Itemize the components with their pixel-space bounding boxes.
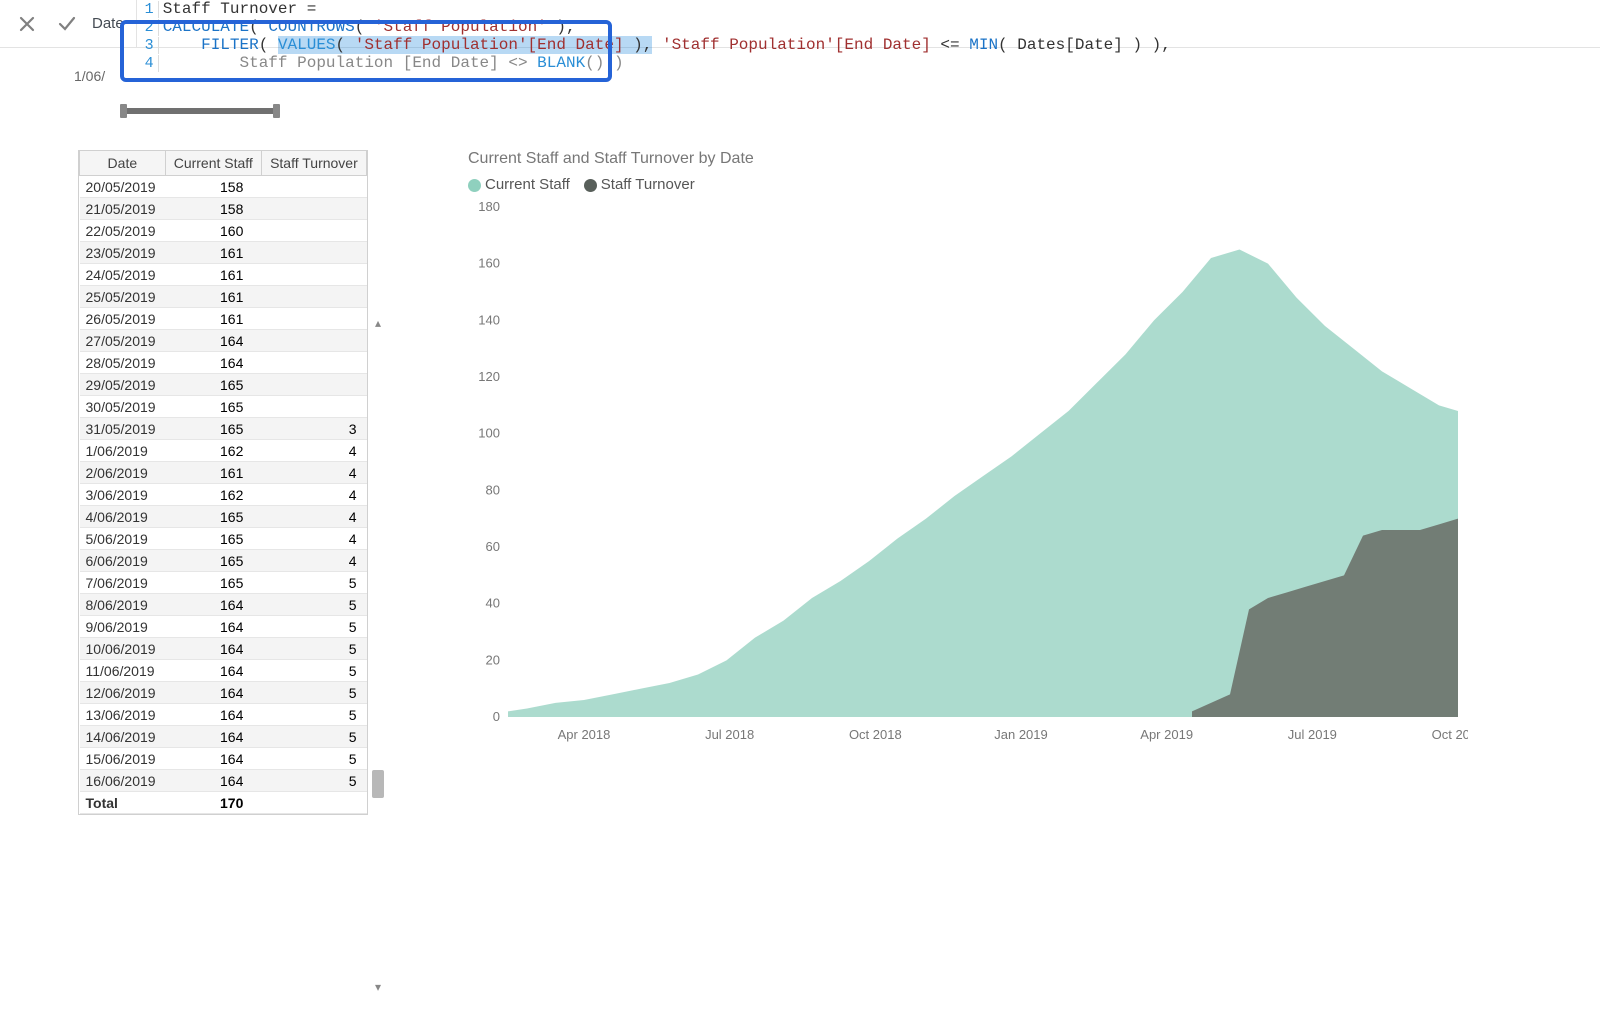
col-date[interactable]: Date (80, 151, 166, 176)
table-row[interactable]: 7/06/20191655 (80, 572, 367, 594)
line-number: 1 (137, 1, 159, 18)
horizontal-scrollbar[interactable] (120, 102, 280, 120)
svg-text:0: 0 (493, 709, 500, 724)
svg-text:Apr 2018: Apr 2018 (558, 727, 611, 742)
table-row[interactable]: 11/06/20191645 (80, 660, 367, 682)
svg-text:Jan 2019: Jan 2019 (994, 727, 1048, 742)
line-number: 2 (137, 19, 159, 36)
table-row[interactable]: 31/05/20191653 (80, 418, 367, 440)
table-row[interactable]: 3/06/20191624 (80, 484, 367, 506)
data-table[interactable]: Date Current Staff Staff Turnover 20/05/… (78, 150, 368, 815)
svg-text:160: 160 (478, 256, 500, 271)
table-row[interactable]: 21/05/2019158 (80, 198, 367, 220)
scroll-down-icon[interactable]: ▾ (371, 980, 385, 994)
table-row[interactable]: 9/06/20191645 (80, 616, 367, 638)
svg-text:120: 120 (478, 369, 500, 384)
svg-text:80: 80 (486, 482, 500, 497)
cancel-button[interactable] (10, 7, 44, 41)
svg-text:180: 180 (478, 199, 500, 214)
scroll-up-icon[interactable]: ▴ (371, 316, 385, 330)
table-row[interactable]: 8/06/20191645 (80, 594, 367, 616)
svg-text:140: 140 (478, 312, 500, 327)
table-row[interactable]: 14/06/20191645 (80, 726, 367, 748)
total-label: Total (80, 792, 166, 814)
date-label: Date (92, 15, 124, 32)
svg-text:Oct 2019: Oct 2019 (1432, 727, 1468, 742)
scroll-thumb[interactable] (372, 770, 384, 798)
svg-text:40: 40 (486, 596, 500, 611)
table-row[interactable]: 13/06/20191645 (80, 704, 367, 726)
table-row[interactable]: 22/05/2019160 (80, 220, 367, 242)
table-row[interactable]: 20/05/2019158 (80, 176, 367, 198)
table-row[interactable]: 4/06/20191654 (80, 506, 367, 528)
table-row[interactable]: 26/05/2019161 (80, 308, 367, 330)
table-row[interactable]: 23/05/2019161 (80, 242, 367, 264)
table-row[interactable]: 1/06/20191624 (80, 440, 367, 462)
table-row[interactable]: 15/06/20191645 (80, 748, 367, 770)
line-number: 4 (137, 55, 159, 72)
col-current-staff[interactable]: Current Staff (165, 151, 261, 176)
col-staff-turnover[interactable]: Staff Turnover (261, 151, 366, 176)
svg-text:Oct 2018: Oct 2018 (849, 727, 902, 742)
table-row[interactable]: 25/05/2019161 (80, 286, 367, 308)
total-value: 170 (165, 792, 261, 814)
commit-button[interactable] (50, 7, 84, 41)
table-row[interactable]: 30/05/2019165 (80, 396, 367, 418)
chart-title: Current Staff and Staff Turnover by Date (468, 150, 1570, 168)
formula-editor[interactable]: 1 Staff Turnover = 2 CALCULATE( COUNTROW… (136, 0, 1600, 47)
table-row[interactable]: 6/06/20191654 (80, 550, 367, 572)
svg-text:20: 20 (486, 652, 500, 667)
svg-text:60: 60 (486, 539, 500, 554)
svg-text:Apr 2019: Apr 2019 (1140, 727, 1193, 742)
table-row[interactable]: 5/06/20191654 (80, 528, 367, 550)
svg-text:Jul 2018: Jul 2018 (705, 727, 754, 742)
svg-text:Jul 2019: Jul 2019 (1288, 727, 1337, 742)
table-row[interactable]: 10/06/20191645 (80, 638, 367, 660)
area-chart[interactable]: 0 20 40 60 80 100 120 140 160 180 Apr 2018 Jul 2018… (468, 197, 1468, 757)
table-row[interactable]: 24/05/2019161 (80, 264, 367, 286)
table-row[interactable]: 16/06/20191645 (80, 770, 367, 792)
date-value-truncated: 1/06/ (74, 68, 105, 84)
table-row[interactable]: 28/05/2019164 (80, 352, 367, 374)
svg-text:100: 100 (478, 426, 500, 441)
line-number: 3 (137, 37, 159, 54)
table-row[interactable]: 27/05/2019164 (80, 330, 367, 352)
chart-legend: Current Staff Staff Turnover (468, 176, 1570, 193)
table-row[interactable]: 29/05/2019165 (80, 374, 367, 396)
table-row[interactable]: 2/06/20191614 (80, 462, 367, 484)
table-row[interactable]: 12/06/20191645 (80, 682, 367, 704)
